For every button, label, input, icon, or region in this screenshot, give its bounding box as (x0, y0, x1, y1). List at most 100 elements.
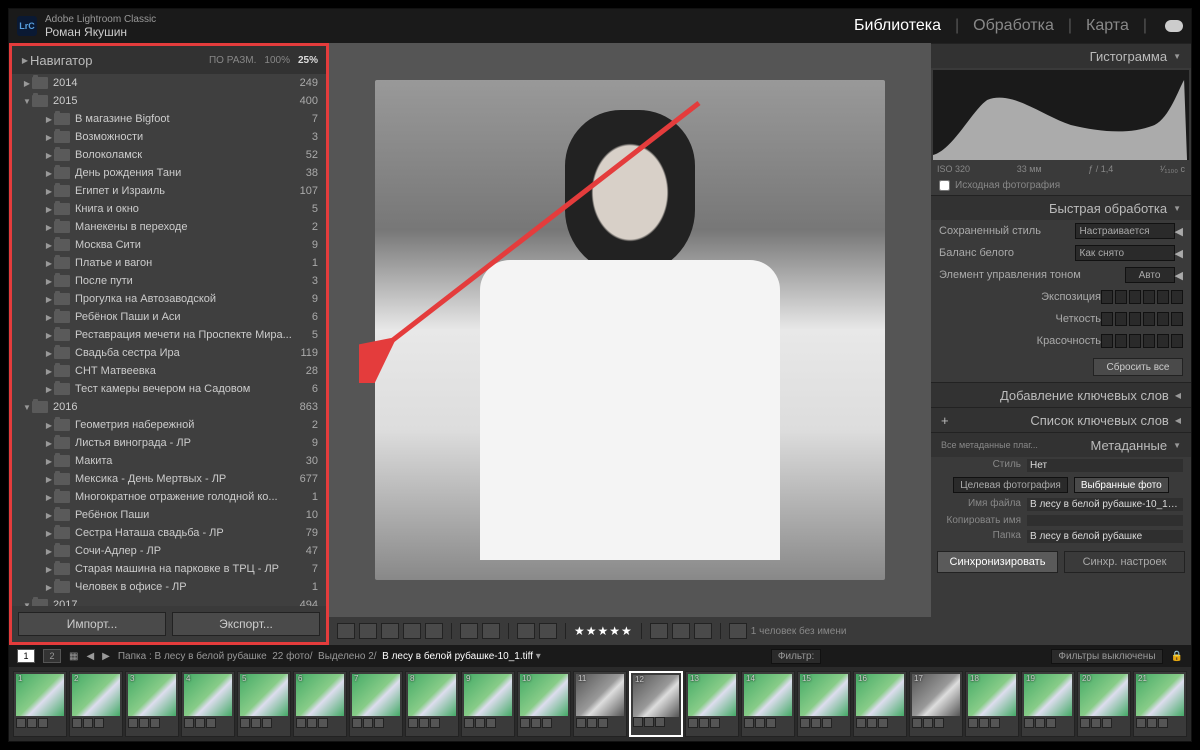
expand-icon[interactable]: ▶ (44, 529, 54, 538)
filmstrip-thumb[interactable]: 16 (853, 671, 907, 737)
zoom-fit[interactable]: ПО РАЗМ. (209, 55, 256, 66)
expand-icon[interactable]: ▶ (44, 313, 54, 322)
nav-map[interactable]: Карта (1086, 17, 1129, 35)
expand-icon[interactable]: ▶ (44, 151, 54, 160)
badge-icon[interactable] (867, 718, 877, 728)
expand-icon[interactable]: ▶ (44, 439, 54, 448)
folder-row[interactable]: ▶Волоколамск52 (12, 146, 326, 164)
badge-icon[interactable] (94, 718, 104, 728)
folder-row[interactable]: ▶Геометрия набережной2 (12, 416, 326, 434)
folder-row[interactable]: ▶Мексика - День Мертвых - ЛР677 (12, 470, 326, 488)
badge-icon[interactable] (307, 718, 317, 728)
folder-row[interactable]: ▶2014249 (12, 74, 326, 92)
badge-icon[interactable] (934, 718, 944, 728)
badge-icon[interactable] (408, 718, 418, 728)
badge-icon[interactable] (128, 718, 138, 728)
badge-icon[interactable] (475, 718, 485, 728)
clarity-stepper[interactable] (1101, 312, 1183, 326)
rotate-left-icon[interactable] (672, 623, 690, 639)
badge-icon[interactable] (296, 718, 306, 728)
badge-icon[interactable] (542, 718, 552, 728)
badge-icon[interactable] (139, 718, 149, 728)
preview-photo[interactable] (375, 80, 885, 580)
folder-row[interactable]: ▶Сочи-Адлер - ЛР47 (12, 542, 326, 560)
badge-icon[interactable] (72, 718, 82, 728)
badge-icon[interactable] (419, 718, 429, 728)
badge-icon[interactable] (1080, 718, 1090, 728)
folder-row[interactable]: ▶Листья винограда - ЛР9 (12, 434, 326, 452)
expand-icon[interactable]: ▶ (44, 457, 54, 466)
filmstrip-thumb[interactable]: 18 (965, 671, 1019, 737)
folder-row[interactable]: ▶Сестра Наташа свадьба - ЛР79 (12, 524, 326, 542)
expand-icon[interactable]: ▶ (44, 367, 54, 376)
people-view-icon[interactable] (425, 623, 443, 639)
saved-preset-dropdown[interactable]: Настраивается (1075, 223, 1175, 239)
badge-icon[interactable] (1091, 718, 1101, 728)
filmstrip-thumb[interactable]: 13 (685, 671, 739, 737)
badge-icon[interactable] (856, 718, 866, 728)
section-toggle-icon[interactable]: ◀ (1175, 225, 1183, 238)
filmstrip[interactable]: 123456789101112131415161718192021 (9, 667, 1191, 741)
badge-icon[interactable] (1046, 718, 1056, 728)
expand-icon[interactable]: ▶ (44, 583, 54, 592)
navigator-header[interactable]: ▶ Навигатор ПО РАЗМ. 100% 25% (12, 46, 326, 74)
expand-icon[interactable]: ▶ (44, 133, 54, 142)
folder-row[interactable]: ▶Прогулка на Автозаводской9 (12, 290, 326, 308)
filmstrip-thumb[interactable]: 9 (461, 671, 515, 737)
filmstrip-thumb[interactable]: 1 (13, 671, 67, 737)
badge-icon[interactable] (206, 718, 216, 728)
badge-icon[interactable] (699, 718, 709, 728)
badge-icon[interactable] (766, 718, 776, 728)
badge-icon[interactable] (979, 718, 989, 728)
badge-icon[interactable] (16, 718, 26, 728)
folder-row[interactable]: ▶В магазине Bigfoot7 (12, 110, 326, 128)
grid-view-icon[interactable] (337, 623, 355, 639)
folder-tree[interactable]: ▶2014249▼2015400▶В магазине Bigfoot7▶Воз… (12, 74, 326, 606)
folder-row[interactable]: ▶Тест камеры вечером на Садовом6 (12, 380, 326, 398)
nav-develop[interactable]: Обработка (973, 17, 1054, 35)
page-indicator-2[interactable]: 2 (43, 649, 61, 663)
filmstrip-thumb[interactable]: 19 (1021, 671, 1075, 737)
expand-icon[interactable]: ▶ (44, 349, 54, 358)
badge-icon[interactable] (464, 718, 474, 728)
filmstrip-thumb[interactable]: 12 (629, 671, 683, 737)
folder-row[interactable]: ▶Человек в офисе - ЛР1 (12, 578, 326, 596)
survey-view-icon[interactable] (403, 623, 421, 639)
folder-row[interactable]: ▶СНТ Матвеевка28 (12, 362, 326, 380)
badge-icon[interactable] (822, 718, 832, 728)
wb-dropdown[interactable]: Как снято (1075, 245, 1175, 261)
filmstrip-thumb[interactable]: 21 (1133, 671, 1187, 737)
zoom-25[interactable]: 25% (298, 55, 318, 66)
badge-icon[interactable] (744, 718, 754, 728)
filter-lock-icon[interactable]: 🔒 (1171, 651, 1183, 662)
folder-row[interactable]: ▶Ребёнок Паши10 (12, 506, 326, 524)
badge-icon[interactable] (363, 718, 373, 728)
badge-icon[interactable] (710, 718, 720, 728)
filmstrip-thumb[interactable]: 10 (517, 671, 571, 737)
expand-icon[interactable]: ▶ (44, 223, 54, 232)
zoom-options[interactable]: ПО РАЗМ. 100% 25% (209, 55, 318, 66)
import-button[interactable]: Импорт... (18, 612, 166, 636)
filmstrip-thumb[interactable]: 17 (909, 671, 963, 737)
export-button[interactable]: Экспорт... (172, 612, 320, 636)
folder-row[interactable]: ▶Книга и окно5 (12, 200, 326, 218)
badge-icon[interactable] (1136, 718, 1146, 728)
badge-icon[interactable] (990, 718, 1000, 728)
expand-icon[interactable]: ▶ (44, 205, 54, 214)
page-indicator-1[interactable]: 1 (17, 649, 35, 663)
folder-row[interactable]: ▶Старая машина на парковке в ТРЦ - ЛР7 (12, 560, 326, 578)
badge-icon[interactable] (755, 718, 765, 728)
quick-develop-header[interactable]: Быстрая обработка▼ (931, 196, 1191, 220)
expand-icon[interactable]: ▶ (22, 79, 32, 88)
meta-folder-value[interactable]: В лесу в белой рубашке (1027, 530, 1183, 543)
expand-icon[interactable]: ▶ (44, 277, 54, 286)
expand-icon[interactable]: ▶ (44, 385, 54, 394)
badge-icon[interactable] (800, 718, 810, 728)
filmstrip-thumb[interactable]: 8 (405, 671, 459, 737)
filmstrip-thumb[interactable]: 14 (741, 671, 795, 737)
zoom-100[interactable]: 100% (264, 55, 290, 66)
flag-reject-icon[interactable] (539, 623, 557, 639)
badge-icon[interactable] (430, 718, 440, 728)
filmstrip-thumb[interactable]: 4 (181, 671, 235, 737)
color-label-icon[interactable] (650, 623, 668, 639)
